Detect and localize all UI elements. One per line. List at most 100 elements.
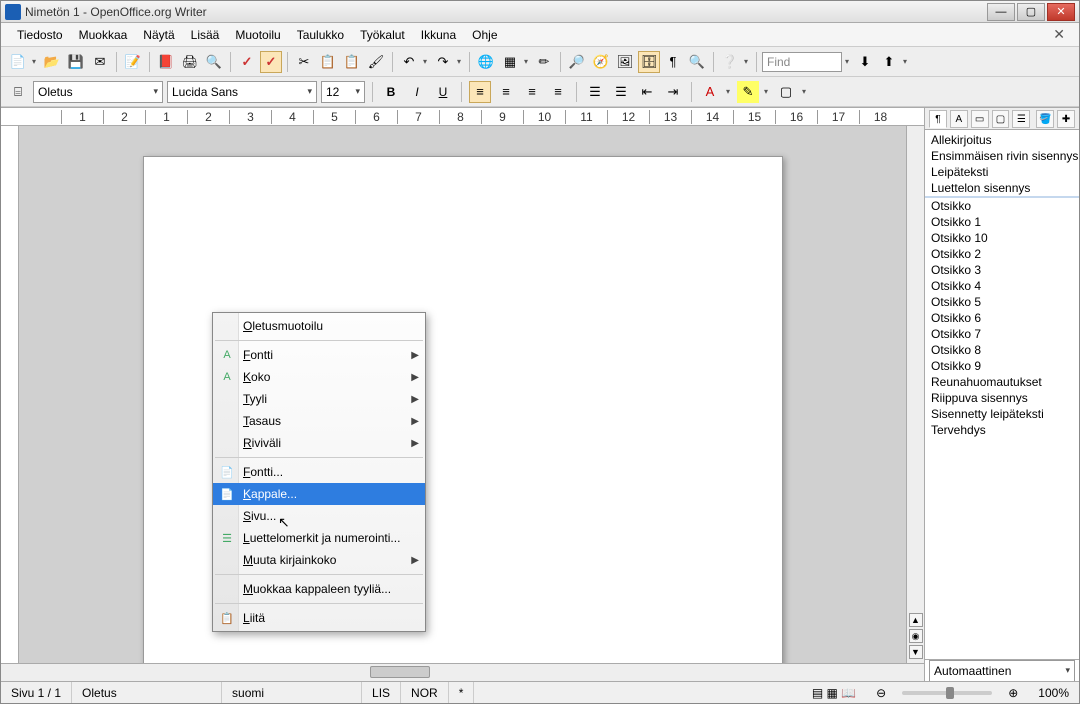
fill-format-icon[interactable]: 🪣: [1036, 110, 1054, 128]
gallery-icon[interactable]: 🖼: [614, 51, 636, 73]
style-item[interactable]: Riippuva sisennys: [925, 390, 1079, 406]
menu-muokkaa[interactable]: Muokkaa: [71, 25, 136, 45]
context-menu-item[interactable]: Oletusmuotoilu: [213, 315, 425, 337]
pdf-icon[interactable]: 📕: [155, 51, 177, 73]
style-filter-combo[interactable]: Automaattinen▾: [929, 660, 1075, 682]
format-paintbrush-icon[interactable]: 🖌: [365, 51, 387, 73]
status-ins[interactable]: LIS: [362, 682, 401, 703]
find-toolbar-input[interactable]: Find: [762, 52, 842, 72]
copy-icon[interactable]: 📋: [317, 51, 339, 73]
font-size-combo[interactable]: 12▾: [321, 81, 365, 103]
paragraph-style-combo[interactable]: Oletus▾: [33, 81, 163, 103]
horizontal-ruler[interactable]: 12123456789101112131415161718: [1, 108, 924, 126]
style-item[interactable]: Otsikko 4: [925, 278, 1079, 294]
numbering-icon[interactable]: ☰: [584, 81, 606, 103]
list-styles-tab[interactable]: ☰: [1012, 110, 1030, 128]
minimize-button[interactable]: —: [987, 3, 1015, 21]
email-icon[interactable]: ✉: [89, 51, 111, 73]
style-item[interactable]: Otsikko 1: [925, 214, 1079, 230]
find-prev-icon[interactable]: ⬇: [854, 51, 876, 73]
context-menu-item[interactable]: Sivu...: [213, 505, 425, 527]
datasources-icon[interactable]: 🗄: [638, 51, 660, 73]
align-right-icon[interactable]: ≡: [521, 81, 543, 103]
status-lang[interactable]: suomi: [222, 682, 362, 703]
menu-ohje[interactable]: Ohje: [464, 25, 505, 45]
context-menu-item[interactable]: 📄Kappale...: [213, 483, 425, 505]
context-menu-item[interactable]: Tyyli▶: [213, 388, 425, 410]
hyperlink-icon[interactable]: 🌐: [475, 51, 497, 73]
italic-icon[interactable]: I: [406, 81, 428, 103]
bullets-icon[interactable]: ☰: [610, 81, 632, 103]
align-left-icon[interactable]: ≡: [469, 81, 491, 103]
font-name-combo[interactable]: Lucida Sans▾: [167, 81, 317, 103]
nav-down-icon[interactable]: ▼: [909, 645, 923, 659]
align-justify-icon[interactable]: ≡: [547, 81, 569, 103]
table-icon[interactable]: ▦: [499, 51, 521, 73]
context-menu-item[interactable]: 📄Fontti...: [213, 461, 425, 483]
zoom-out-icon[interactable]: ⊖: [866, 682, 896, 703]
zoom-slider[interactable]: [902, 691, 992, 695]
nav-target-icon[interactable]: ◉: [909, 629, 923, 643]
close-button[interactable]: ✕: [1047, 3, 1075, 21]
close-doc-button[interactable]: ✕: [1047, 26, 1071, 43]
style-item[interactable]: Ensimmäisen rivin sisennys: [925, 148, 1079, 164]
horizontal-scrollbar[interactable]: [1, 663, 924, 681]
draw-icon[interactable]: ✏: [533, 51, 555, 73]
vertical-scrollbar[interactable]: ▲ ◉ ▼: [906, 126, 924, 663]
bgcolor-icon[interactable]: ▢: [775, 81, 797, 103]
style-item[interactable]: Otsikko: [925, 198, 1079, 214]
style-item[interactable]: Otsikko 6: [925, 310, 1079, 326]
preview-icon[interactable]: 🔍: [203, 51, 225, 73]
style-item[interactable]: Reunahuomautukset: [925, 374, 1079, 390]
paste-icon[interactable]: 📋: [341, 51, 363, 73]
context-menu-item[interactable]: Muuta kirjainkoko▶: [213, 549, 425, 571]
paragraph-styles-tab[interactable]: ¶: [929, 110, 947, 128]
char-styles-tab[interactable]: A: [950, 110, 968, 128]
style-item[interactable]: Otsikko 8: [925, 342, 1079, 358]
style-item[interactable]: Allekirjoitus: [925, 132, 1079, 148]
nonprinting-icon[interactable]: ¶: [662, 51, 684, 73]
new-doc-icon[interactable]: 📄: [7, 51, 29, 73]
menu-tyokalut[interactable]: Työkalut: [352, 25, 413, 45]
style-item[interactable]: Otsikko 7: [925, 326, 1079, 342]
find-replace-icon[interactable]: 🔎: [566, 51, 588, 73]
context-menu-item[interactable]: Riviväli▶: [213, 432, 425, 454]
menu-nayta[interactable]: Näytä: [135, 25, 182, 45]
context-menu-item[interactable]: AKoko▶: [213, 366, 425, 388]
scroll-thumb[interactable]: [370, 666, 430, 678]
status-style[interactable]: Oletus: [72, 682, 222, 703]
zoom-in-icon[interactable]: ⊕: [998, 682, 1028, 703]
font-color-icon[interactable]: A: [699, 81, 721, 103]
style-item[interactable]: Otsikko 10: [925, 230, 1079, 246]
page-styles-tab[interactable]: ▢: [992, 110, 1010, 128]
style-item[interactable]: Tervehdys: [925, 422, 1079, 438]
frame-styles-tab[interactable]: ▭: [971, 110, 989, 128]
spellcheck-icon[interactable]: ✓: [236, 51, 258, 73]
indent-inc-icon[interactable]: ⇥: [662, 81, 684, 103]
menu-taulukko[interactable]: Taulukko: [289, 25, 352, 45]
status-modified[interactable]: *: [449, 682, 475, 703]
status-nor[interactable]: NOR: [401, 682, 449, 703]
zoom-icon[interactable]: 🔍: [686, 51, 708, 73]
undo-icon[interactable]: ↶: [398, 51, 420, 73]
context-menu-item[interactable]: Muokkaa kappaleen tyyliä...: [213, 578, 425, 600]
style-item[interactable]: Luettelon sisennys: [925, 180, 1079, 196]
save-icon[interactable]: 💾: [65, 51, 87, 73]
status-page[interactable]: Sivu 1 / 1: [1, 682, 72, 703]
style-item[interactable]: Otsikko 2: [925, 246, 1079, 262]
document-canvas[interactable]: [19, 126, 906, 663]
redo-icon[interactable]: ↷: [432, 51, 454, 73]
style-list[interactable]: AllekirjoitusEnsimmäisen rivin sisennys L…: [925, 130, 1079, 659]
menu-tiedosto[interactable]: Tiedosto: [9, 25, 71, 45]
context-menu-item[interactable]: Tasaus▶: [213, 410, 425, 432]
underline-icon[interactable]: U: [432, 81, 454, 103]
cut-icon[interactable]: ✂: [293, 51, 315, 73]
edit-doc-icon[interactable]: 📝: [122, 51, 144, 73]
context-menu-item[interactable]: 📋Liitä: [213, 607, 425, 629]
navigator-icon[interactable]: 🧭: [590, 51, 612, 73]
style-item[interactable]: Otsikko 5: [925, 294, 1079, 310]
view-layout-icon[interactable]: ▤ ▦ 📖: [802, 682, 866, 703]
styles-icon[interactable]: ⌸: [7, 81, 29, 103]
print-icon[interactable]: 🖨: [179, 51, 201, 73]
menu-lisaa[interactable]: Lisää: [183, 25, 228, 45]
